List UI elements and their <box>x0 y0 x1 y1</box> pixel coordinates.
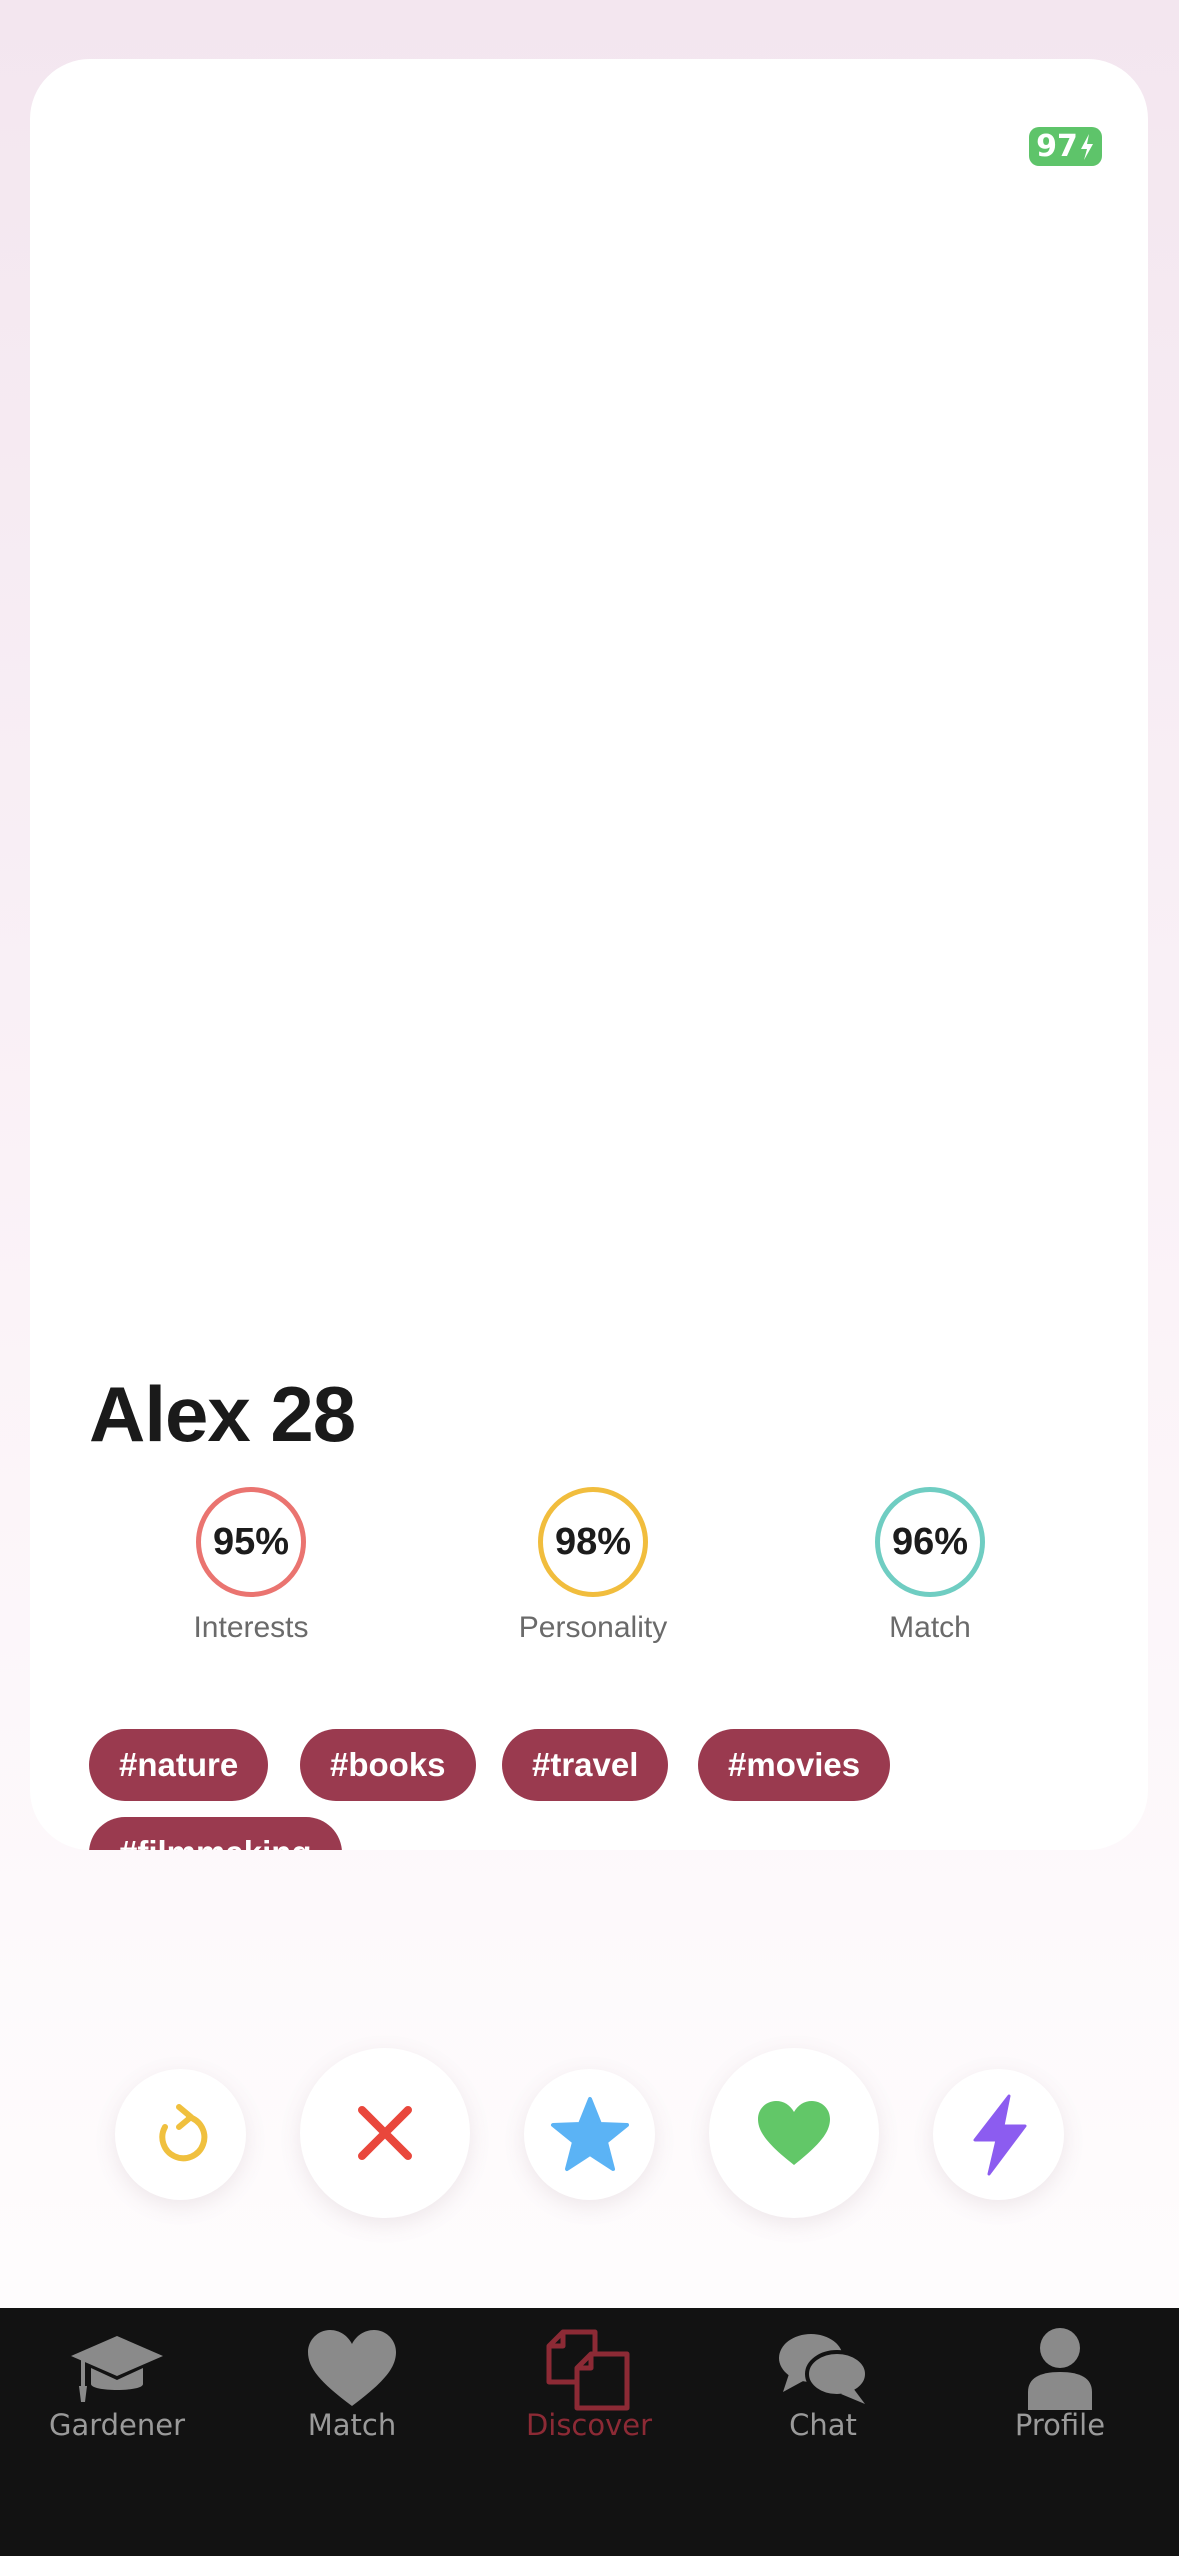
cards-icon <box>546 2329 630 2411</box>
battery-indicator: 97 <box>1029 127 1102 166</box>
tab-match-label: Match <box>307 2408 397 2442</box>
tab-discover[interactable]: Discover <box>489 2326 689 2442</box>
tab-discover-label: Discover <box>525 2408 653 2442</box>
tab-profile-label: Profile <box>1014 2408 1106 2442</box>
interests-score-label: Interests <box>193 1611 309 1644</box>
graduation-cap-icon <box>71 2336 163 2402</box>
interests-score: 95% Interests <box>121 1487 381 1645</box>
tag-books: #books <box>300 1729 476 1801</box>
profile-name-age: Alex 28 <box>89 1370 356 1458</box>
tab-profile[interactable]: Profile <box>960 2326 1160 2442</box>
tab-chat[interactable]: Chat <box>723 2326 923 2442</box>
star-icon <box>550 2096 629 2171</box>
super-like-button[interactable] <box>524 2069 655 2200</box>
like-button[interactable] <box>709 2048 879 2218</box>
chat-bubbles-icon <box>779 2334 869 2404</box>
charging-bolt-icon <box>1080 133 1093 160</box>
bolt-icon <box>973 2094 1026 2175</box>
tab-gardener[interactable]: Gardener <box>17 2326 217 2442</box>
pass-button[interactable] <box>300 2048 470 2218</box>
tag-nature: #nature <box>89 1729 269 1801</box>
match-score-label: Match <box>889 1611 971 1644</box>
personality-score: 98% Personality <box>463 1487 723 1645</box>
match-score-ring: 96% <box>875 1487 985 1597</box>
rewind-button[interactable] <box>115 2069 246 2200</box>
close-icon <box>358 2106 412 2160</box>
boost-button[interactable] <box>933 2069 1064 2200</box>
tag-movies: #movies <box>698 1729 891 1801</box>
undo-icon <box>158 2103 207 2161</box>
personality-score-ring: 98% <box>538 1487 648 1597</box>
interests-score-ring: 95% <box>196 1487 306 1597</box>
match-score: 96% Match <box>800 1487 1060 1645</box>
tab-match[interactable]: Match <box>252 2326 452 2442</box>
heart-icon <box>308 2330 396 2406</box>
tag-travel: #travel <box>502 1729 669 1801</box>
person-icon <box>1028 2328 1092 2410</box>
bottom-tab-bar: Gardener Match Discover Chat Profile <box>0 2308 1179 2556</box>
profile-card[interactable]: 97 Alex 28 95% Interests 98% Personality… <box>30 59 1148 1850</box>
tab-chat-label: Chat <box>789 2408 857 2442</box>
battery-level: 97 <box>1036 129 1078 164</box>
tag-filmmaking: #filmmaking <box>89 1817 342 1850</box>
personality-score-label: Personality <box>518 1611 668 1644</box>
tab-gardener-label: Gardener <box>48 2408 186 2442</box>
heart-icon <box>758 2101 830 2165</box>
